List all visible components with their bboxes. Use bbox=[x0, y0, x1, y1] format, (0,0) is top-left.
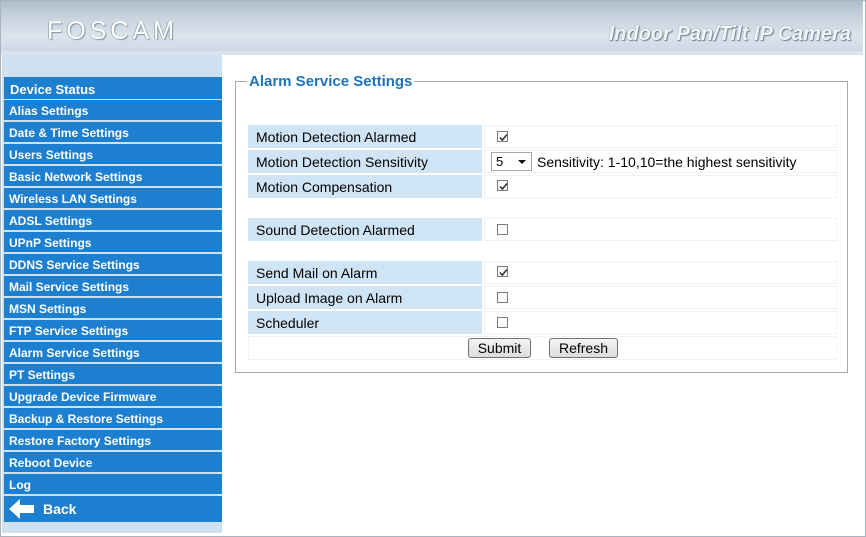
sidebar-item-backup-restore-settings[interactable]: Backup & Restore Settings bbox=[4, 408, 222, 428]
scheduler-label: Scheduler bbox=[248, 311, 482, 334]
motion-compensation-label: Motion Compensation bbox=[248, 175, 482, 198]
product-title: Indoor Pan/Tilt IP Camera bbox=[608, 23, 851, 45]
sound-alarmed-checkbox[interactable] bbox=[497, 224, 508, 235]
sidebar-item-log[interactable]: Log bbox=[4, 474, 222, 494]
sidebar-item-upgrade-device-firmware[interactable]: Upgrade Device Firmware bbox=[4, 386, 222, 406]
motion-compensation-cell bbox=[484, 175, 837, 198]
check-icon bbox=[499, 133, 508, 142]
sound-alarmed-cell bbox=[484, 218, 837, 241]
send-mail-cell bbox=[484, 261, 837, 284]
check-icon bbox=[499, 268, 508, 277]
foscam-logo: FOSCAM bbox=[47, 17, 178, 45]
sidebar-item-adsl-settings[interactable]: ADSL Settings bbox=[4, 210, 222, 230]
sidebar-item-basic-network-settings[interactable]: Basic Network Settings bbox=[4, 166, 222, 186]
send-mail-label: Send Mail on Alarm bbox=[248, 261, 482, 284]
header-banner: FOSCAM Indoor Pan/Tilt IP Camera bbox=[1, 1, 863, 51]
sidebar-item-alarm-service-settings[interactable]: Alarm Service Settings bbox=[4, 342, 222, 362]
send-mail-checkbox[interactable] bbox=[497, 266, 508, 277]
scheduler-checkbox[interactable] bbox=[497, 317, 508, 328]
sidebar-item-ddns-service-settings[interactable]: DDNS Service Settings bbox=[4, 254, 222, 274]
panel-title: Alarm Service Settings bbox=[247, 73, 415, 90]
sidebar-item-wireless-lan-settings[interactable]: Wireless LAN Settings bbox=[4, 188, 222, 208]
sidebar-item-mail-service-settings[interactable]: Mail Service Settings bbox=[4, 276, 222, 296]
motion-alarmed-cell bbox=[484, 125, 837, 148]
sidebar-item-upnp-settings[interactable]: UPnP Settings bbox=[4, 232, 222, 252]
sidebar-nav: Device Status Alias Settings Date & Time… bbox=[4, 77, 222, 522]
back-arrow-icon bbox=[8, 498, 36, 528]
sidebar-item-alias-settings[interactable]: Alias Settings bbox=[4, 100, 222, 120]
sidebar-item-restore-factory-settings[interactable]: Restore Factory Settings bbox=[4, 430, 222, 450]
motion-sensitivity-label: Motion Detection Sensitivity bbox=[248, 150, 482, 173]
sidebar-item-users-settings[interactable]: Users Settings bbox=[4, 144, 222, 164]
scheduler-cell bbox=[484, 311, 837, 334]
sidebar-item-date-time-settings[interactable]: Date & Time Settings bbox=[4, 122, 222, 142]
back-button[interactable]: Back bbox=[4, 496, 222, 522]
motion-alarmed-label: Motion Detection Alarmed bbox=[248, 125, 482, 148]
chevron-down-icon bbox=[518, 160, 526, 164]
button-row bbox=[248, 336, 837, 360]
refresh-button[interactable]: Refresh bbox=[549, 338, 618, 358]
back-label: Back bbox=[43, 501, 77, 517]
motion-alarmed-checkbox[interactable] bbox=[497, 131, 508, 142]
sidebar-item-pt-settings[interactable]: PT Settings bbox=[4, 364, 222, 384]
motion-compensation-checkbox[interactable] bbox=[497, 180, 508, 191]
upload-image-cell bbox=[484, 286, 837, 309]
sidebar-item-reboot-device[interactable]: Reboot Device bbox=[4, 452, 222, 472]
sensitivity-hint: Sensitivity: 1-10,10=the highest sensiti… bbox=[537, 154, 797, 170]
sensitivity-select[interactable]: 5 bbox=[491, 152, 532, 171]
sensitivity-value: 5 bbox=[496, 154, 504, 169]
upload-image-checkbox[interactable] bbox=[497, 292, 508, 303]
check-icon bbox=[499, 182, 508, 191]
submit-button[interactable]: Submit bbox=[468, 338, 531, 358]
sidebar-item-ftp-service-settings[interactable]: FTP Service Settings bbox=[4, 320, 222, 340]
sound-alarmed-label: Sound Detection Alarmed bbox=[248, 218, 482, 241]
sidebar-item-device-status[interactable]: Device Status bbox=[4, 77, 222, 99]
sidebar-item-msn-settings[interactable]: MSN Settings bbox=[4, 298, 222, 318]
upload-image-label: Upload Image on Alarm bbox=[248, 286, 482, 309]
